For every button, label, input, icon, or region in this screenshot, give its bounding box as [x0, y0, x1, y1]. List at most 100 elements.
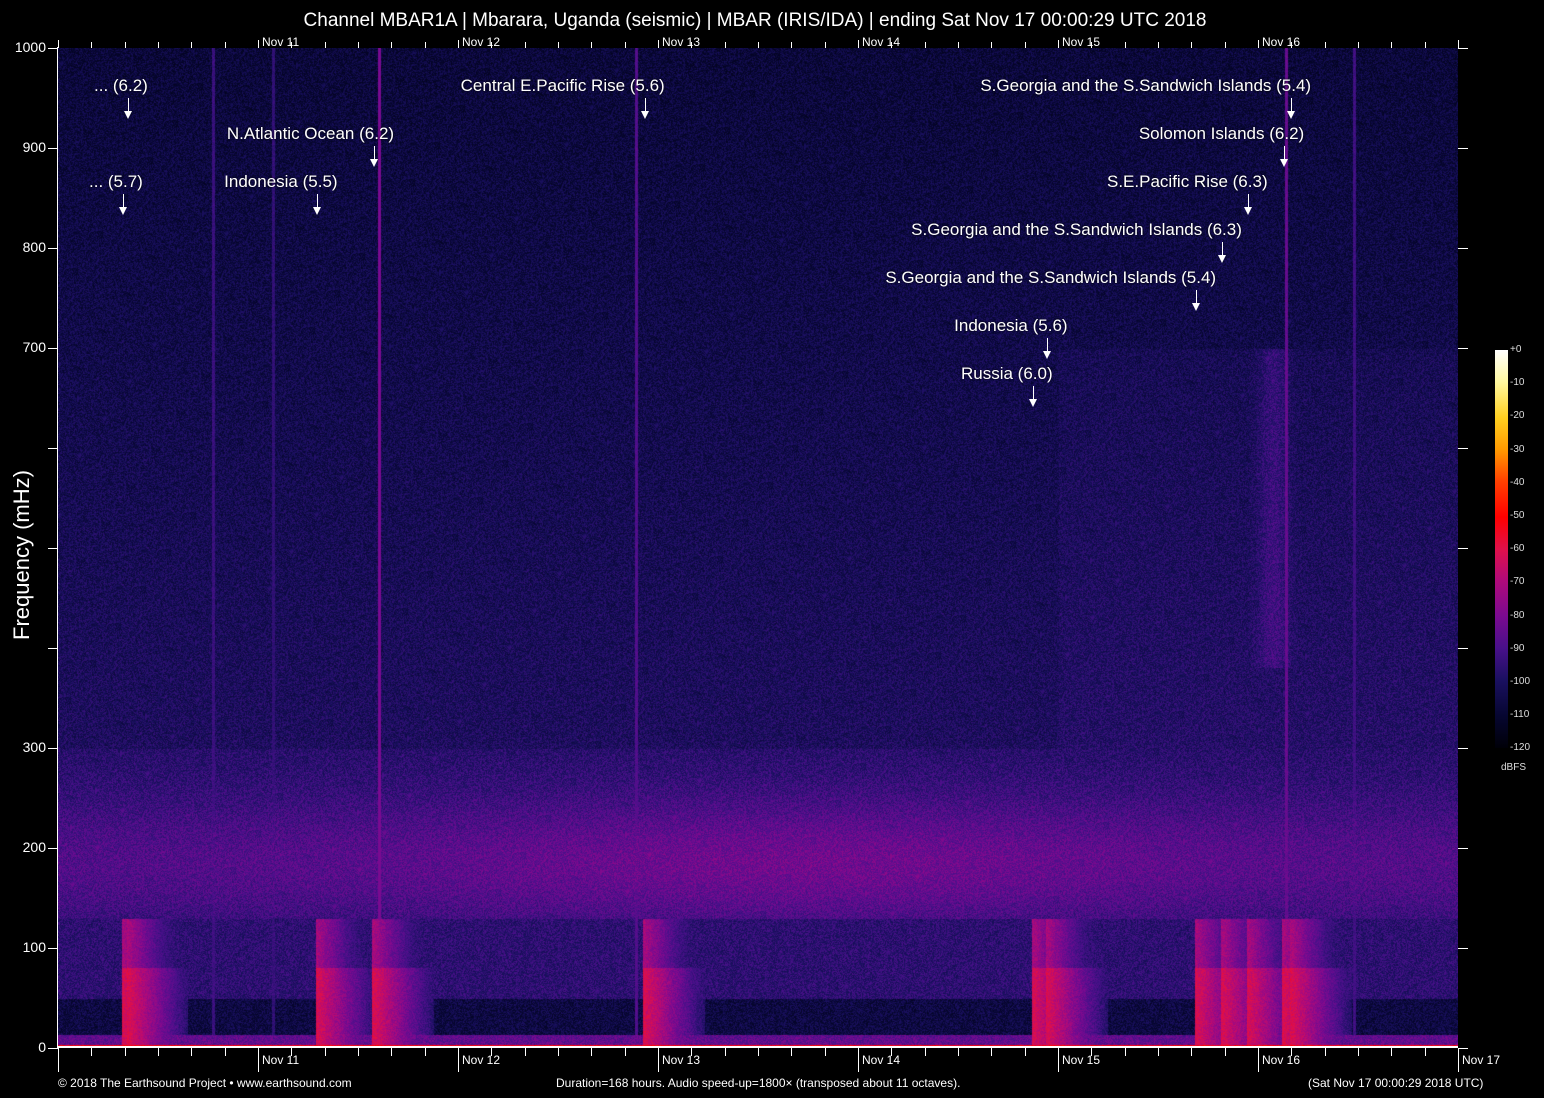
x-tick-top: [458, 40, 459, 48]
x-tick-top: [391, 42, 393, 48]
event-arrow-icon: [1218, 242, 1227, 263]
x-tick-bottom: [1391, 1048, 1393, 1056]
y-tick-right: [1458, 48, 1468, 49]
x-tick-bottom: [1424, 1048, 1426, 1056]
x-tick-top: [624, 42, 626, 48]
x-tick-bottom: [991, 1048, 993, 1056]
x-tick-label-bottom: Nov 17: [1462, 1053, 1501, 1067]
x-tick-bottom: [591, 1048, 593, 1056]
x-tick-top: [124, 42, 126, 48]
colorbar-tick-label: -80: [1510, 609, 1525, 621]
x-tick-top: [1158, 42, 1159, 48]
x-tick-top: [824, 42, 826, 48]
x-tick-bottom: [391, 1048, 393, 1056]
x-tick-top: [1191, 42, 1193, 48]
event-arrow-icon: [369, 146, 378, 167]
y-tick: [48, 848, 58, 849]
x-tick-label-bottom: Nov 13: [662, 1053, 701, 1067]
colorbar: [1495, 350, 1508, 748]
y-tick-right: [1458, 548, 1468, 549]
x-tick-top: [1224, 42, 1226, 48]
x-tick-bottom: [1024, 1048, 1026, 1056]
x-tick-bottom: [524, 1048, 526, 1056]
x-tick-bottom: [58, 1048, 59, 1072]
x-tick-top: [258, 40, 259, 48]
x-tick-label-bottom: Nov 12: [462, 1053, 501, 1067]
event-annotation-label: Indonesia (5.5): [224, 172, 338, 191]
y-tick: [48, 248, 58, 249]
y-tick-right: [1458, 948, 1468, 949]
y-tick-label: 100: [22, 939, 46, 955]
x-tick-bottom: [458, 1048, 459, 1072]
colorbar-tick-label: -30: [1510, 443, 1525, 455]
x-tick-bottom: [858, 1048, 859, 1072]
x-tick-top: [658, 40, 659, 48]
event-arrow-icon: [1029, 386, 1037, 407]
chart-title: Channel MBAR1A | Mbarara, Uganda (seismi…: [303, 10, 1207, 31]
y-tick-right: [1458, 648, 1468, 649]
x-tick-label-bottom: Nov 15: [1062, 1053, 1101, 1067]
y-tick-label: 200: [22, 839, 46, 855]
y-tick: [48, 48, 58, 49]
x-tick-label-top: Nov 16: [1262, 35, 1301, 49]
event-annotation-label: ... (6.2): [94, 76, 148, 95]
event-annotation-label: N.Atlantic Ocean (6.2): [226, 124, 395, 143]
event-annotation-label: S.Georgia and the S.Sandwich Islands (5.…: [885, 268, 1217, 287]
x-tick-top: [1424, 42, 1426, 48]
y-tick: [48, 348, 58, 349]
x-tick-bottom: [1358, 1048, 1359, 1056]
colorbar-tick-label: -120: [1510, 742, 1531, 754]
y-tick-right: [1458, 1048, 1468, 1049]
y-tick-right: [1458, 448, 1468, 449]
x-tick-top: [858, 40, 859, 48]
event-arrow-icon: [1287, 98, 1296, 119]
y-tick: [48, 448, 58, 449]
x-tick-label-bottom: Nov 14: [862, 1053, 901, 1067]
x-tick-top: [591, 42, 593, 48]
x-tick-bottom: [1158, 1048, 1159, 1056]
x-tick-bottom: [624, 1048, 626, 1056]
y-tick-label: 1000: [14, 39, 46, 55]
x-tick-bottom: [824, 1048, 826, 1056]
footer-info: Duration=168 hours. Audio speed-up=1800×…: [556, 1076, 961, 1090]
event-annotation-label: Solomon Islands (6.2): [1138, 124, 1305, 143]
y-tick-label: 700: [22, 339, 46, 355]
x-tick-top: [324, 42, 326, 48]
x-tick-bottom: [958, 1048, 959, 1056]
event-annotation-label: Central E.Pacific Rise (5.6): [460, 76, 665, 95]
x-tick-top: [958, 42, 959, 48]
event-arrow-icon: [1043, 338, 1052, 359]
x-tick-bottom: [191, 1048, 193, 1056]
x-tick-bottom: [1324, 1048, 1326, 1056]
x-tick-top: [191, 42, 193, 48]
colorbar-tick-label: -40: [1510, 476, 1525, 488]
x-tick-top: [524, 42, 526, 48]
y-tick: [48, 648, 58, 649]
x-tick-top: [791, 42, 793, 48]
event-arrow-icon: [124, 98, 132, 119]
x-tick-bottom: [758, 1048, 759, 1056]
event-arrow-icon: [1192, 290, 1201, 311]
x-tick-bottom: [924, 1048, 926, 1056]
x-tick-bottom: [658, 1048, 659, 1072]
x-tick-label-bottom: Nov 11: [262, 1053, 300, 1067]
x-tick-top: [1258, 40, 1259, 48]
y-axis-label: Frequency (mHz): [9, 470, 34, 640]
x-tick-bottom: [1124, 1048, 1126, 1056]
y-tick: [48, 748, 58, 749]
y-tick: [48, 1048, 58, 1049]
event-annotation-label: S.Georgia and the S.Sandwich Islands (6.…: [911, 220, 1242, 239]
x-tick-top: [91, 42, 93, 48]
event-annotation-label: Russia (6.0): [961, 364, 1053, 383]
y-tick-label: 300: [22, 739, 46, 755]
x-tick-bottom: [724, 1048, 726, 1056]
footer-end-time: (Sat Nov 17 00:00:29 2018 UTC): [1308, 1076, 1484, 1090]
x-tick-bottom: [91, 1048, 93, 1056]
event-annotation-label: S.Georgia and the S.Sandwich Islands (5.…: [980, 76, 1312, 95]
colorbar-tick-label: -100: [1510, 676, 1531, 687]
colorbar-tick-label: -10: [1510, 377, 1525, 389]
x-tick-top: [758, 42, 759, 48]
x-tick-bottom: [791, 1048, 793, 1056]
y-tick-label: 0: [38, 1039, 46, 1055]
y-tick-right: [1458, 148, 1468, 149]
